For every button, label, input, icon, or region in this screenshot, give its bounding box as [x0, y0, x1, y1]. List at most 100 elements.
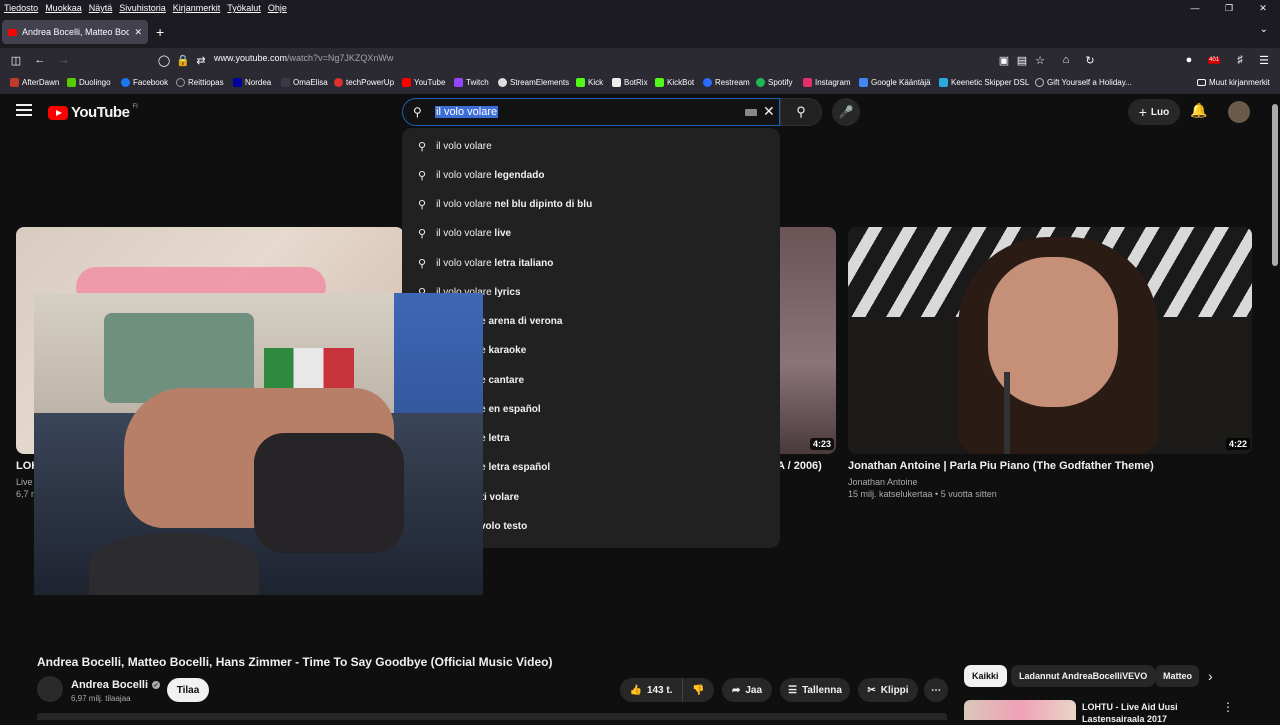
menu-edit[interactable]: Muokkaa	[45, 3, 82, 13]
close-window-icon[interactable]: ✕	[1246, 0, 1280, 16]
search-input[interactable]: il volo volare	[435, 106, 499, 118]
restream-icon	[703, 78, 712, 87]
verified-icon: ✓	[152, 681, 161, 689]
keyboard-icon[interactable]	[745, 109, 757, 116]
share-button[interactable]: ➦ Jaa	[722, 678, 772, 702]
picture-in-picture-icon[interactable]: ▣	[996, 52, 1012, 68]
suggestion-item[interactable]: ⚲ il volo volare	[402, 132, 780, 161]
save-button[interactable]: ☰ Tallenna	[780, 678, 850, 702]
permissions-icon[interactable]: ⇄	[193, 52, 209, 68]
bookmark-spotify[interactable]: Spotify	[756, 78, 792, 87]
menu-file[interactable]: Tiedosto	[4, 3, 38, 13]
channel-name[interactable]: Jonathan Antoine	[848, 477, 918, 487]
app-menu-icon[interactable]: ☰	[1256, 52, 1272, 68]
bookmark-keenetic[interactable]: Keenetic Skipper DSL	[939, 78, 1029, 87]
subscribe-button[interactable]: Tilaa	[167, 678, 209, 702]
search-box[interactable]: ⚲ il volo volare ✕	[402, 98, 780, 126]
search-button[interactable]: ⚲	[780, 98, 822, 126]
bookmark-facebook[interactable]: Facebook	[121, 78, 168, 87]
description-box[interactable]	[37, 713, 947, 720]
restore-icon[interactable]: ❐	[1212, 0, 1246, 16]
bookmark-streamelements[interactable]: StreamElements	[498, 78, 569, 87]
avatar[interactable]	[37, 676, 63, 702]
home-icon[interactable]: ⌂	[1058, 52, 1074, 68]
scrollbar-thumb[interactable]	[1272, 104, 1278, 266]
bookmark-star-icon[interactable]: ☆	[1032, 52, 1048, 68]
other-bookmarks[interactable]: Muut kirjanmerkit	[1197, 78, 1270, 87]
minimize-icon[interactable]: —	[1178, 0, 1212, 16]
chip-matteo[interactable]: Matteo	[1155, 665, 1199, 687]
more-actions-button[interactable]: ⋯	[924, 678, 948, 702]
video-thumbnail[interactable]	[848, 227, 1252, 454]
chevron-right-icon[interactable]: ›	[1208, 668, 1213, 684]
menu-history[interactable]: Sivuhistoria	[119, 3, 166, 13]
page-scrollbar[interactable]	[1270, 94, 1280, 720]
kickbot-icon	[655, 78, 664, 87]
bookmark-google-translate[interactable]: Google Kääntäjä	[859, 78, 931, 87]
suggestion-item[interactable]: ⚲ il volo volare live	[402, 219, 780, 248]
bookmark-reittiopas[interactable]: Reittiopas	[176, 78, 224, 87]
bookmark-techpowerup[interactable]: techPowerUp	[334, 78, 394, 87]
avatar[interactable]	[1228, 101, 1250, 123]
forward-icon[interactable]: →	[56, 52, 72, 68]
address-bar[interactable]: www.youtube.com/watch?v=Ng7JKZQXnWw	[214, 53, 393, 63]
video-title[interactable]: Jonathan Antoine | Parla Piu Piano (The …	[848, 460, 1154, 472]
bookmark-botrix[interactable]: BotRix	[612, 78, 648, 87]
youtube-logo[interactable]: YouTube FI	[48, 104, 138, 121]
back-icon[interactable]: ←	[32, 52, 48, 68]
list-all-tabs-icon[interactable]: ⌄	[1260, 24, 1268, 35]
reader-view-icon[interactable]: ▤	[1014, 52, 1030, 68]
search-icon: ⚲	[418, 258, 427, 270]
channel-name[interactable]: Andrea Bocelli ✓	[71, 679, 161, 691]
suggestion-item[interactable]: ⚲ il volo volare letra italiano	[402, 249, 780, 278]
globe-icon	[1035, 78, 1044, 87]
clip-button[interactable]: ✂ Klippi	[858, 678, 918, 702]
microphone-stand	[1004, 372, 1010, 454]
video-thumbnail[interactable]	[964, 700, 1076, 720]
more-icon[interactable]: ⋮	[1222, 700, 1234, 714]
like-button[interactable]: 👍 143 t.	[620, 678, 682, 702]
video-title[interactable]: A / 2006)	[777, 460, 822, 472]
duolingo-icon	[67, 78, 76, 87]
create-button[interactable]: + Luo	[1128, 99, 1180, 125]
lock-icon[interactable]: 🔒	[175, 52, 191, 68]
guide-menu-icon[interactable]	[16, 104, 32, 118]
voice-search-button[interactable]: 🎤	[832, 98, 860, 126]
dislike-button[interactable]: 👎	[682, 678, 714, 702]
tracking-protection-icon[interactable]: ◯	[156, 52, 172, 68]
bookmark-duolingo[interactable]: Duolingo	[67, 78, 111, 87]
bookmark-youtube[interactable]: YouTube	[402, 78, 445, 87]
account-icon[interactable]: ●	[1181, 52, 1197, 68]
bookmark-gift-holiday[interactable]: Gift Yourself a Holiday...	[1035, 78, 1132, 87]
bookmark-restream[interactable]: Restream	[703, 78, 750, 87]
close-tab-icon[interactable]: ✕	[134, 27, 142, 38]
chip-all[interactable]: Kaikki	[964, 665, 1007, 687]
new-tab-icon[interactable]: +	[156, 24, 164, 40]
tab-strip: Andrea Bocelli, Matteo Bocelli, H ✕ + ⌄	[0, 16, 1280, 48]
bookmark-instagram[interactable]: Instagram	[803, 78, 851, 87]
menu-view[interactable]: Näytä	[89, 3, 113, 13]
sidebar-icon[interactable]: ◫	[8, 52, 24, 68]
bookmark-nordea[interactable]: Nordea	[233, 78, 271, 87]
menu-bookmarks[interactable]: Kirjanmerkit	[173, 3, 221, 13]
menu-tools[interactable]: Työkalut	[227, 3, 261, 13]
tab-active[interactable]: Andrea Bocelli, Matteo Bocelli, H ✕	[2, 20, 148, 44]
bookmark-kick[interactable]: Kick	[576, 78, 603, 87]
search-icon: ⚲	[418, 199, 427, 211]
chip-uploaded-by[interactable]: Ladannut AndreaBocelliVEVO	[1011, 665, 1156, 687]
reload-icon[interactable]: ↻	[1082, 52, 1098, 68]
bookmark-omaelisa[interactable]: OmaElisa	[281, 78, 328, 87]
suggestion-item[interactable]: ⚲ il volo volare legendado	[402, 161, 780, 190]
clear-search-icon[interactable]: ✕	[763, 103, 775, 120]
menu-help[interactable]: Ohje	[268, 3, 287, 13]
channel-name[interactable]: Live	[16, 477, 33, 487]
bookmark-twitch[interactable]: Twitch	[454, 78, 489, 87]
bookmark-afterdawn[interactable]: AfterDawn	[10, 78, 59, 87]
extension-badge-icon[interactable]: 401	[1206, 52, 1222, 68]
notifications-bell-icon[interactable]: 🔔	[1190, 102, 1207, 119]
extensions-icon[interactable]: ♯	[1232, 52, 1248, 68]
bookmark-kickbot[interactable]: KickBot	[655, 78, 694, 87]
youtube-masthead: YouTube FI ⚲ il volo volare ✕ ⚲ 🎤 + Luo 🔔	[0, 94, 1270, 130]
video-title[interactable]: LOHTU - Live Aid Uusi Lastensairaala 201…	[1082, 701, 1192, 725]
suggestion-item[interactable]: ⚲ il volo volare nel blu dipinto di blu	[402, 190, 780, 219]
